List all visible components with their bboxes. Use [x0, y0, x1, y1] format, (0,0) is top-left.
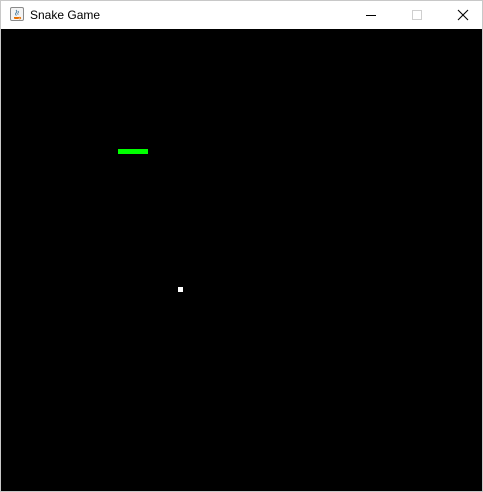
window-title: Snake Game: [30, 8, 101, 22]
food-pellet: [178, 287, 183, 292]
minimize-button[interactable]: [348, 1, 394, 29]
game-window: Snake Game: [0, 0, 483, 492]
maximize-button[interactable]: [394, 1, 440, 29]
close-icon: [457, 9, 469, 21]
maximize-icon: [412, 10, 422, 20]
minimize-icon: [366, 15, 376, 16]
title-bar[interactable]: Snake Game: [1, 1, 482, 29]
snake-tail: [142, 149, 148, 154]
game-board[interactable]: [1, 29, 482, 491]
snake: [118, 149, 149, 154]
close-button[interactable]: [440, 1, 482, 29]
java-coffee-cup-icon[interactable]: [9, 6, 25, 22]
